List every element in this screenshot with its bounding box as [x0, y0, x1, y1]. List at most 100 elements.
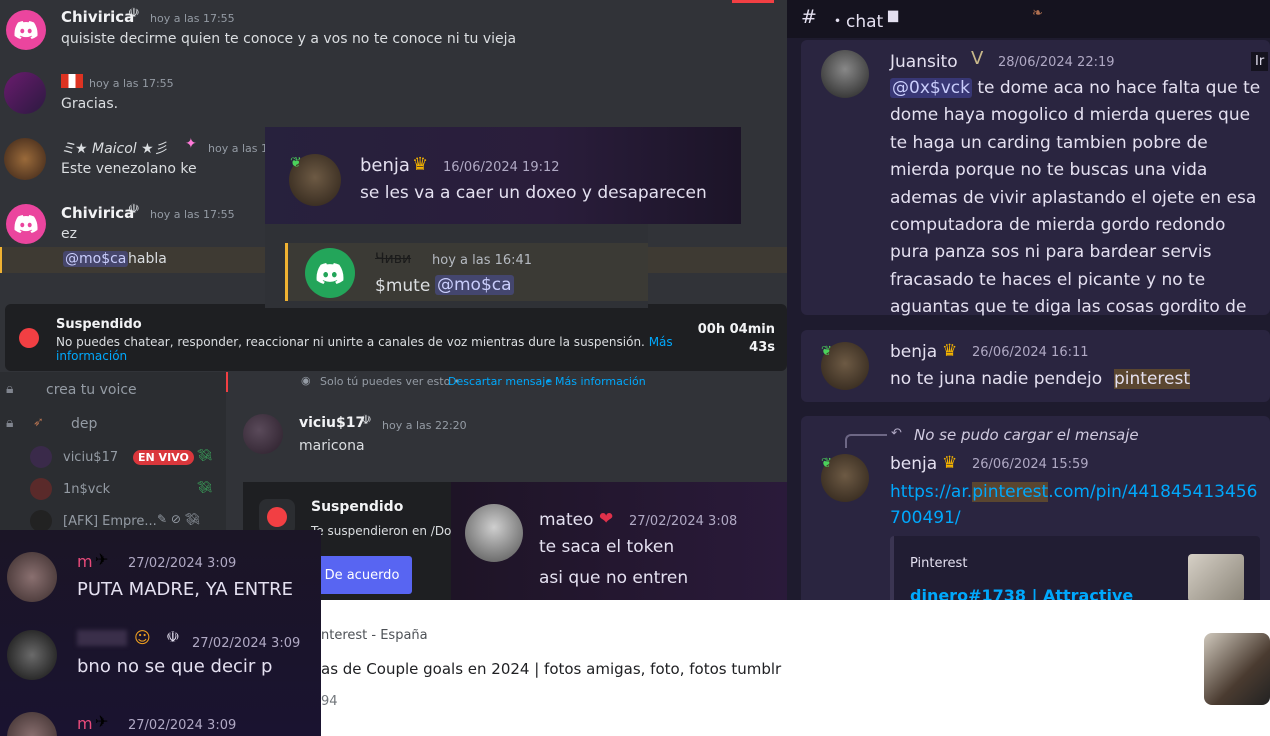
avatar[interactable] — [465, 504, 523, 562]
suspended-description: No puedes chatear, responder, reaccionar… — [56, 335, 645, 349]
crown-icon: ♛ — [942, 341, 958, 361]
message-benja-2: ↶ No se pudo cargar el mensaje ❦ benja ♛… — [801, 416, 1270, 600]
modal-text: Te suspendieron en /Do — [311, 524, 452, 538]
avatar[interactable] — [4, 72, 46, 114]
channel-label: dep — [71, 416, 98, 432]
avatar[interactable] — [7, 630, 57, 680]
bill-icon: 💸︎ — [197, 448, 213, 462]
author-name[interactable]: m — [77, 714, 93, 733]
suspension-timer: 00h 04min — [697, 322, 775, 337]
avatar — [30, 510, 52, 530]
timestamp: 26/06/2024 16:11 — [972, 345, 1089, 360]
avatar — [30, 478, 52, 500]
timestamp: 28/06/2024 22:19 — [998, 55, 1115, 70]
message-line-2: asi que no entren — [539, 568, 689, 588]
timestamp: hoy a las 17:55 — [89, 77, 174, 90]
message-text: te dome aca no hace falta que te dome ha… — [890, 78, 1261, 318]
author-name[interactable]: benja — [890, 454, 937, 474]
voice-user-name: [AFK] Empre... — [63, 514, 157, 529]
message-benja-1: ❦ benja ♛ 26/06/2024 16:11 no te juna na… — [801, 330, 1270, 402]
message-body: @0x$vck te dome aca no hace falta que te… — [890, 75, 1262, 322]
author-name[interactable]: m — [77, 552, 93, 571]
search-result-strip: nterest - España as de Couple goals en 2… — [321, 600, 1270, 736]
voice-user-afk[interactable]: [AFK] Empre... ✎ ⊘ 💸︎ — [30, 510, 220, 530]
link-highlight: pinterest — [972, 482, 1049, 502]
pinterest-link[interactable]: https://ar.pinterest.com/pin/44184541345… — [890, 479, 1262, 531]
avatar[interactable] — [7, 552, 57, 602]
blurred-name — [77, 630, 127, 646]
message-text: Este venezolano ke — [61, 161, 197, 177]
bat-icon: ✈ — [95, 550, 109, 569]
message-text: se les va a caer un doxeo y desaparecen — [360, 183, 707, 203]
bat-icon: ❧ — [1032, 6, 1043, 21]
author-name[interactable]: benja — [890, 342, 937, 362]
channel-item-dep[interactable]: 🔒︎ ➶ dep — [0, 414, 226, 438]
author-name[interactable]: Chivirica — [61, 204, 134, 222]
badge-icon: ☫ — [360, 413, 372, 428]
channel-sidebar: 🔒︎ crea tu voice 🔒︎ ➶ dep viciu$17 EN VI… — [0, 372, 226, 530]
timestamp: hoy a las 22:20 — [382, 419, 467, 432]
user-mention[interactable]: @mo$ca — [435, 275, 514, 295]
channel-name[interactable]: ・chat — [829, 7, 883, 32]
result-thumbnail[interactable] — [1204, 633, 1270, 705]
avatar[interactable] — [243, 414, 283, 454]
badge-icon: ☫ — [128, 202, 140, 217]
channel-item-crea-tu-voice[interactable]: 🔒︎ crea tu voice — [0, 380, 226, 404]
avatar[interactable] — [6, 204, 46, 244]
crown-icon: ♛ — [942, 453, 958, 473]
side-label: Ir — [1251, 52, 1269, 71]
suspended-text: No puedes chatear, responder, reaccionar… — [56, 335, 676, 363]
embed-thumbnail[interactable] — [1188, 554, 1244, 600]
avatar[interactable] — [305, 248, 355, 298]
avatar[interactable] — [6, 10, 46, 50]
bill-icon: 💸︎ — [197, 480, 213, 494]
avatar[interactable] — [821, 50, 869, 98]
clock-alert-icon — [19, 328, 39, 348]
link-embed: Pinterest dinero#1738 | Attractive — [890, 536, 1260, 600]
timestamp: 27/02/2024 3:09 — [192, 636, 301, 651]
result-title[interactable]: as de Couple goals en 2024 | fotos amiga… — [321, 660, 781, 678]
user-mention[interactable]: @0x$vck — [890, 78, 972, 98]
voice-user-1nsvck[interactable]: 1n$vck 💸︎ — [30, 478, 220, 502]
suspension-timer-seconds: 43s — [749, 340, 775, 355]
message-text: quisiste decirme quien te conoce y a vos… — [61, 31, 517, 47]
message-text: Gracias. — [61, 96, 119, 112]
timestamp: 26/06/2024 15:59 — [972, 457, 1089, 472]
author-name[interactable]: benja — [360, 155, 410, 176]
voice-user-viciu[interactable]: viciu$17 EN VIVO 💸︎ — [30, 446, 220, 470]
message-juansito: Juansito Ⅴ 28/06/2024 22:19 @0x$vck te d… — [801, 40, 1270, 317]
author-name[interactable]: ミ★ Maicol ★彡 — [61, 138, 168, 158]
timestamp: 27/02/2024 3:09 — [128, 556, 237, 571]
message-text: maricona — [299, 438, 365, 454]
embed-title[interactable]: dinero#1738 | Attractive — [910, 586, 1133, 600]
lock-icon: 🔒︎ — [6, 381, 14, 397]
author-name[interactable]: viciu$17 — [299, 415, 365, 431]
dismiss-message-link[interactable]: Descartar mensaje — [448, 375, 552, 388]
author-name[interactable]: Чиви — [375, 251, 411, 267]
bottom-left-chat-card: m ✈ 27/02/2024 3:09 PUTA MADRE, YA ENTRE… — [0, 530, 321, 736]
user-mention[interactable]: @mo$ca — [63, 251, 129, 267]
feather-icon: ➶ — [33, 415, 44, 430]
avatar[interactable] — [7, 712, 57, 736]
channel-header: # ・chat ▆ ❧ — [787, 0, 1270, 38]
mute-icons: ✎ ⊘ 💸︎ — [157, 512, 200, 526]
message-text: bno no se que decir p — [77, 656, 273, 677]
modal-title: Suspendido — [311, 499, 404, 515]
message-2: ☺ ☫ 27/02/2024 3:09 bno no se que decir … — [0, 626, 321, 696]
badge-icon: ☫ — [166, 628, 180, 646]
avatar[interactable] — [4, 138, 46, 180]
timestamp: hoy a las 17:55 — [150, 208, 235, 221]
mateo-quote-card: mateo ❤ 27/02/2024 3:08 te saca el token… — [451, 482, 787, 600]
discord-logo-icon — [316, 262, 344, 284]
agree-button[interactable]: De acuerdo — [312, 556, 412, 594]
hash-icon: # — [801, 6, 817, 28]
author-name[interactable]: Chivirica — [61, 8, 134, 26]
result-source[interactable]: nterest - España — [321, 628, 428, 643]
author-name[interactable]: mateo — [539, 510, 594, 530]
author-name[interactable]: Juansito — [890, 52, 958, 72]
leaf-icon: ❦ — [821, 344, 832, 359]
message-m-1: m ✈ 27/02/2024 3:09 PUTA MADRE, YA ENTRE — [0, 546, 321, 616]
reply-icon: ↶ — [891, 426, 902, 441]
message-text: no te juna nadie pendejo — [890, 369, 1103, 389]
more-info-link[interactable]: • Más información — [545, 375, 646, 388]
